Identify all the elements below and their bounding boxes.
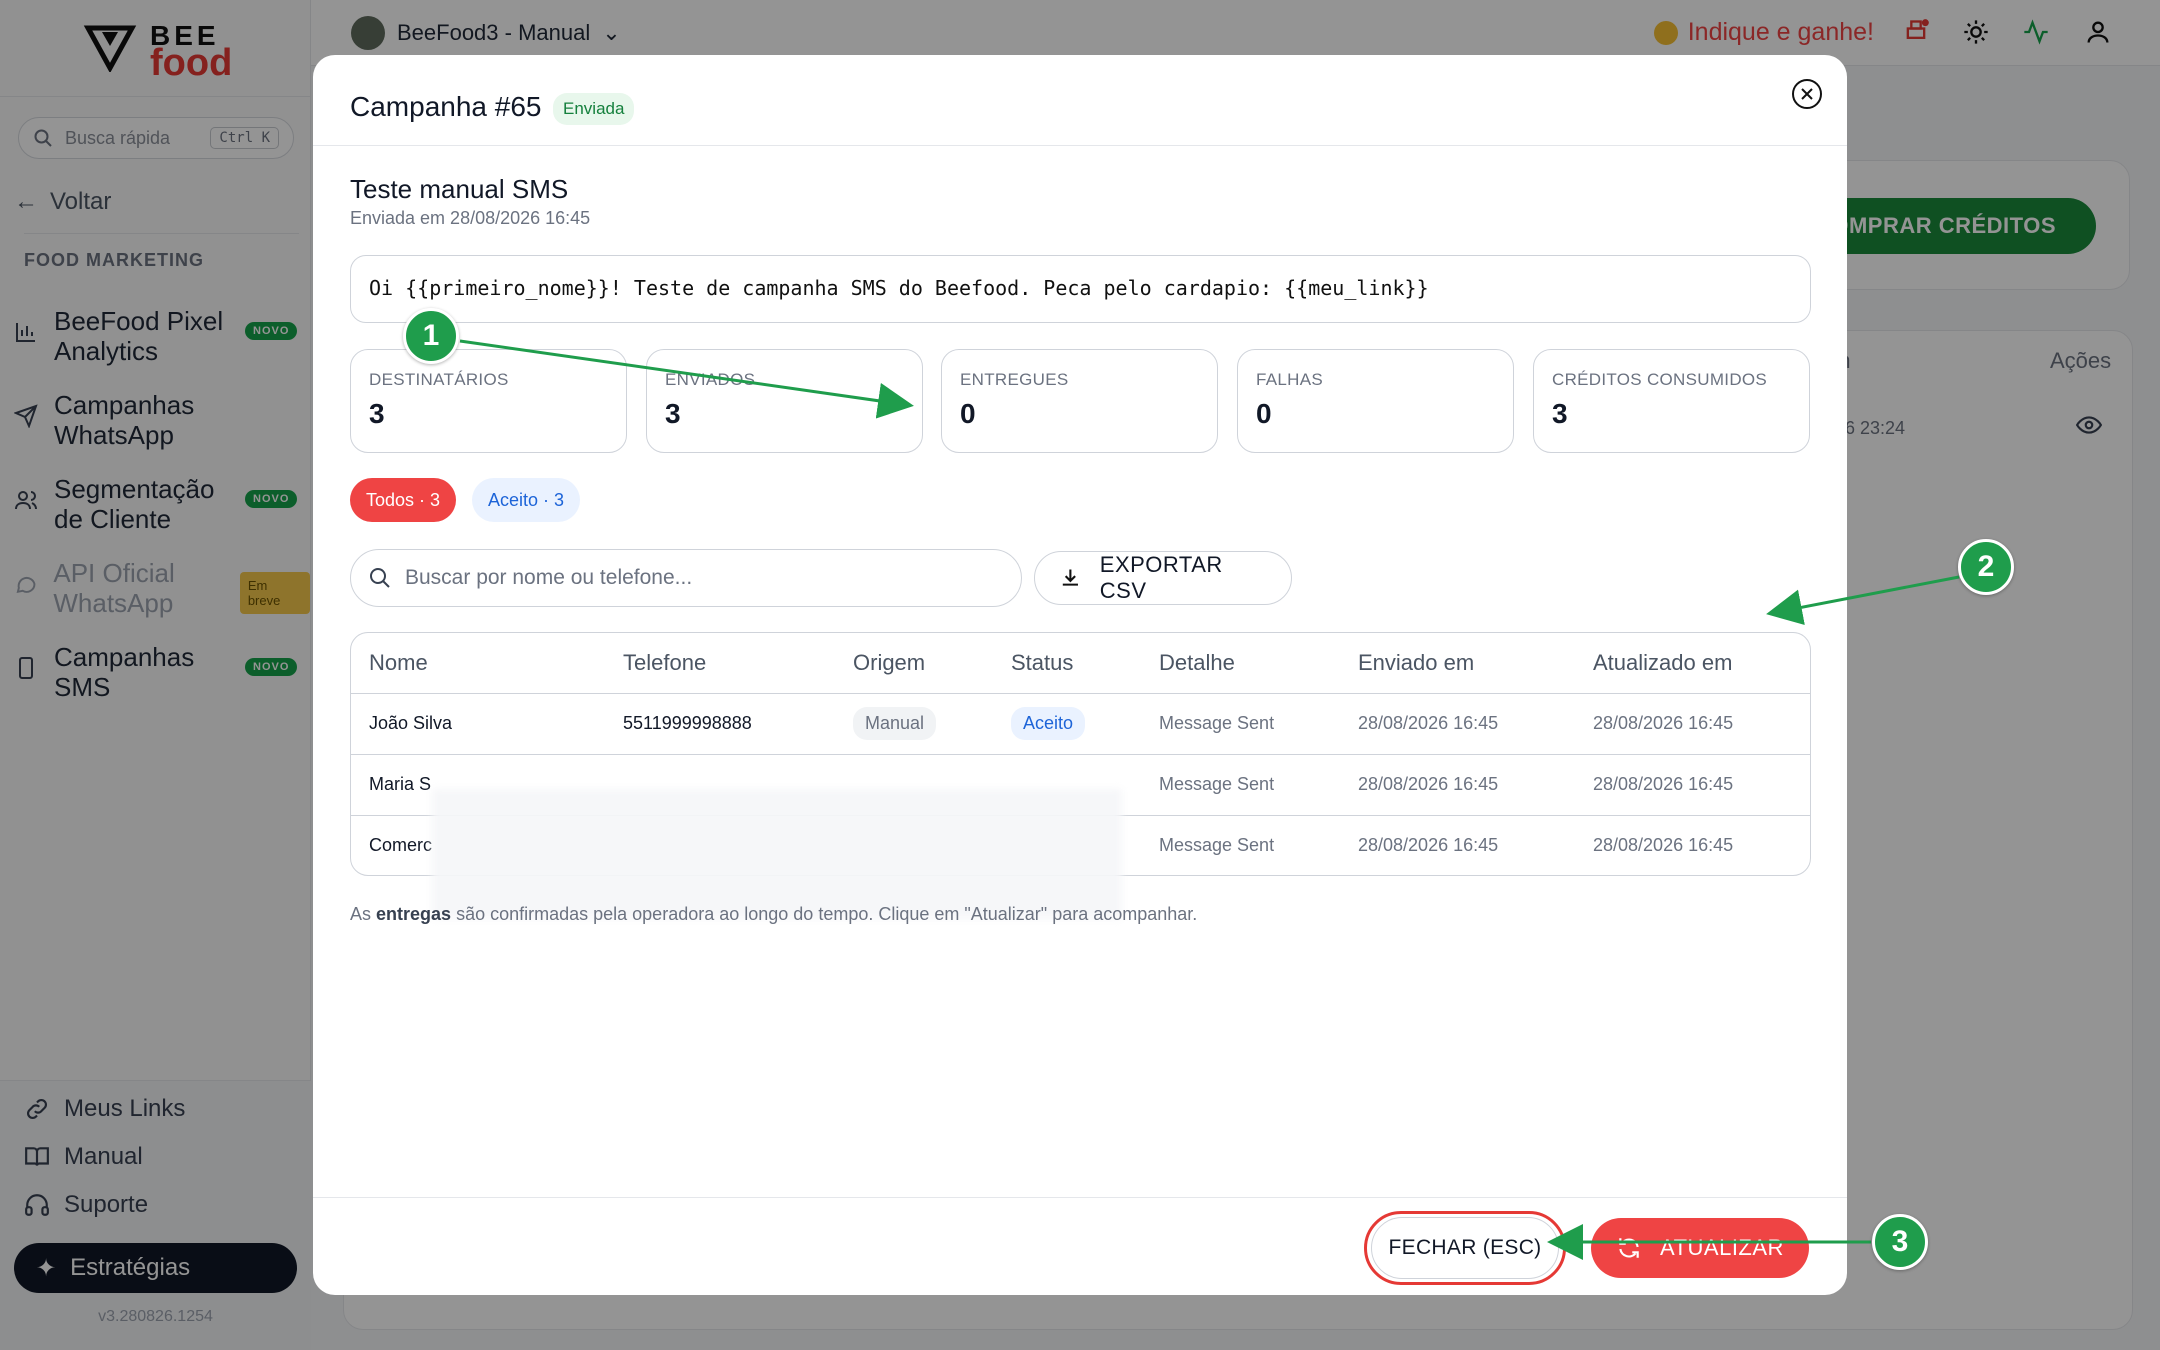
cell-detail: Message Sent <box>1141 693 1340 755</box>
column-header-detail[interactable]: Detalhe <box>1141 633 1340 694</box>
footnote-text: são confirmadas pela operadora ao longo … <box>451 904 1198 924</box>
export-csv-button[interactable]: EXPORTAR CSV <box>1034 551 1292 605</box>
stat-recipients: DESTINATÁRIOS 3 <box>350 349 627 453</box>
stat-failed: FALHAS 0 <box>1237 349 1514 453</box>
stat-value: 3 <box>369 398 385 429</box>
cell-updated-at: 28/08/2026 16:45 <box>1575 693 1810 755</box>
table-row: João Silva 5511999998888 Manual Aceito M… <box>351 693 1810 755</box>
filter-all[interactable]: Todos · 3 <box>350 478 457 522</box>
column-header-phone[interactable]: Telefone <box>605 633 835 694</box>
recipient-search[interactable] <box>350 549 1022 607</box>
status-badge: Aceito <box>1011 707 1086 740</box>
footnote-bold: entregas <box>376 904 452 924</box>
delivery-footnote: As entregas são confirmadas pela operado… <box>350 904 1197 925</box>
campaign-sent-date: Enviada em 28/08/2026 16:45 <box>350 208 591 228</box>
campaign-detail-modal: Campanha #65 Enviada Teste manual SMS En… <box>313 55 1847 1295</box>
stat-label: FALHAS <box>1256 370 1323 389</box>
filter-accepted[interactable]: Aceito · 3 <box>472 478 581 522</box>
close-button[interactable] <box>1792 79 1822 109</box>
cell-origin: Manual <box>835 693 993 755</box>
search-icon <box>370 568 390 588</box>
stat-delivered: ENTREGUES 0 <box>941 349 1218 453</box>
footnote-text: As <box>350 904 377 924</box>
cell-status: Aceito <box>993 693 1141 755</box>
column-header-updated-at[interactable]: Atualizado em <box>1575 633 1810 694</box>
cell-updated-at: 28/08/2026 16:45 <box>1575 754 1810 816</box>
redacted-area <box>432 789 1122 919</box>
stat-credits: CRÉDITOS CONSUMIDOS 3 <box>1533 349 1810 453</box>
refresh-label: ATUALIZAR <box>1660 1235 1784 1260</box>
cell-updated-at: 28/08/2026 16:45 <box>1593 835 1734 856</box>
column-header-status[interactable]: Status <box>993 633 1141 694</box>
cell-detail: Message Sent <box>1159 835 1275 856</box>
status-badge: Enviada <box>553 93 635 125</box>
cell-detail: Message Sent <box>1141 754 1340 816</box>
stat-value: 0 <box>1256 398 1272 429</box>
cell-sent-at: 28/08/2026 16:45 <box>1358 835 1499 856</box>
stat-label: ENTREGUES <box>960 370 1069 389</box>
campaign-name: Teste manual SMS <box>350 174 569 204</box>
stat-value: 3 <box>665 398 681 429</box>
modal-title: Campanha #65 <box>350 91 542 122</box>
close-icon <box>1801 88 1813 100</box>
stat-value: 3 <box>1552 398 1568 429</box>
column-header-origin[interactable]: Origem <box>835 633 993 694</box>
origin-badge: Manual <box>853 707 937 740</box>
search-input[interactable] <box>405 566 1003 590</box>
table-header-row: Nome Telefone Origem Status Detalhe Envi… <box>351 633 1810 694</box>
refresh-button[interactable]: ATUALIZAR <box>1591 1218 1809 1278</box>
column-header-sent-at[interactable]: Enviado em <box>1340 633 1575 694</box>
close-esc-button[interactable]: FECHAR (ESC) <box>1371 1217 1559 1279</box>
cell-sent-at: 28/08/2026 16:45 <box>1340 693 1575 755</box>
stat-sent: ENVIADOS 3 <box>646 349 923 453</box>
stat-label: ENVIADOS <box>665 370 756 389</box>
refresh-icon <box>1619 1238 1639 1258</box>
stat-label: DESTINATÁRIOS <box>369 370 509 389</box>
stat-value: 0 <box>960 398 976 429</box>
cell-phone: 5511999998888 <box>605 693 835 755</box>
stat-label: CRÉDITOS CONSUMIDOS <box>1552 370 1768 389</box>
annotation-marker-1: 1 <box>403 308 459 364</box>
cell-name: João Silva <box>351 693 605 755</box>
download-icon <box>1062 569 1078 586</box>
export-label: EXPORTAR CSV <box>1099 552 1223 603</box>
message-preview: Oi {{primeiro_nome}}! Teste de campanha … <box>350 255 1811 323</box>
column-header-name[interactable]: Nome <box>351 633 605 694</box>
annotation-marker-3: 3 <box>1872 1214 1928 1270</box>
modal-header: Campanha #65 Enviada <box>313 55 1847 146</box>
cell-sent-at: 28/08/2026 16:45 <box>1340 754 1575 816</box>
annotation-marker-2: 2 <box>1958 539 2014 595</box>
